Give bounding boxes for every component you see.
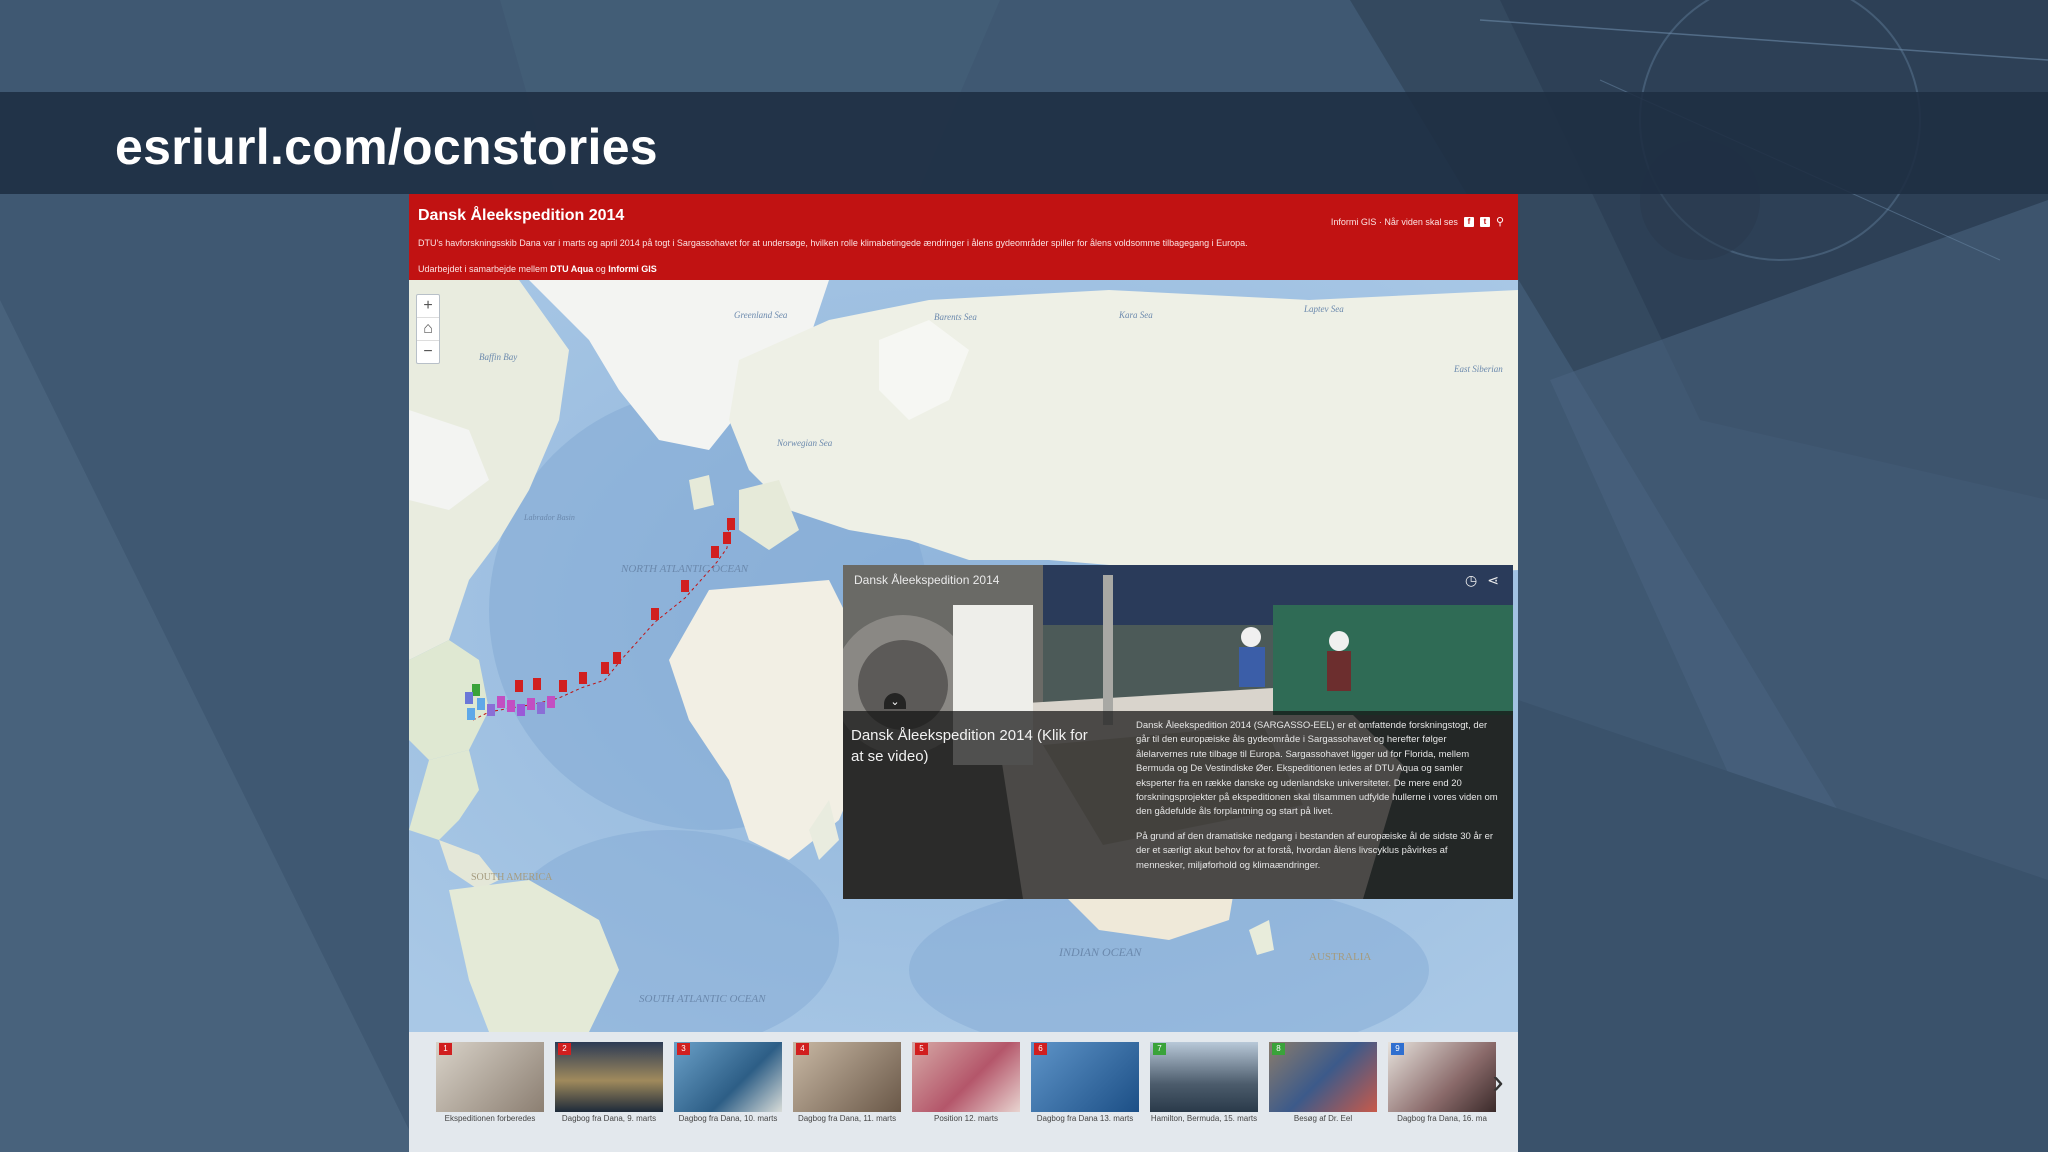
carousel-caption: Dagbog fra Dana 13. marts bbox=[1036, 1114, 1134, 1123]
label-baffin-bay: Baffin Bay bbox=[479, 352, 517, 362]
popup-heading[interactable]: Dansk Åleekspedition 2014 (Klik for at s… bbox=[851, 725, 1101, 767]
chevron-right-icon[interactable]: › bbox=[1484, 1058, 1512, 1106]
carousel-item[interactable]: 5 Position 12. marts bbox=[912, 1042, 1020, 1123]
label-greenland-sea: Greenland Sea bbox=[734, 310, 788, 320]
carousel-badge: 4 bbox=[796, 1043, 809, 1055]
credit-link-dtu-aqua[interactable]: DTU Aqua bbox=[550, 264, 593, 274]
label-south-atlantic: SOUTH ATLANTIC OCEAN bbox=[639, 993, 766, 1005]
carousel-badge: 5 bbox=[915, 1043, 928, 1055]
carousel-badge: 1 bbox=[439, 1043, 452, 1055]
collapse-chevron-icon[interactable]: ⌄ bbox=[884, 693, 906, 709]
video-popup[interactable]: Dansk Åleekspedition 2014 ◷ ⋖ ⌄ Dansk Ål… bbox=[843, 565, 1513, 899]
credit-prefix: Udarbejdet i samarbejde mellem bbox=[418, 264, 548, 274]
carousel-caption: Dagbog fra Dana, 16. ma bbox=[1397, 1114, 1487, 1123]
popup-body: Dansk Åleekspedition 2014 (SARGASSO-EEL)… bbox=[1136, 719, 1499, 883]
twitter-icon[interactable]: t bbox=[1479, 216, 1490, 227]
popup-paragraph-1: Dansk Åleekspedition 2014 (SARGASSO-EEL)… bbox=[1136, 720, 1498, 818]
carousel-badge: 8 bbox=[1272, 1043, 1285, 1055]
carousel-caption: Besøg af Dr. Eel bbox=[1293, 1114, 1353, 1123]
label-south-america: SOUTH AMERICA bbox=[471, 872, 553, 883]
carousel-item[interactable]: 2 Dagbog fra Dana, 9. marts bbox=[555, 1042, 663, 1123]
story-map-app: Dansk Åleekspedition 2014 DTU's havforsk… bbox=[409, 194, 1518, 1152]
home-button[interactable]: ⌂ bbox=[417, 318, 439, 341]
app-description: DTU's havforskningsskib Dana var i marts… bbox=[418, 238, 1248, 248]
label-labrador-basin: Labrador Basin bbox=[523, 513, 575, 522]
carousel-item[interactable]: 8 Besøg af Dr. Eel bbox=[1269, 1042, 1377, 1123]
map-zoom-controls: + ⌂ − bbox=[416, 294, 440, 364]
story-url: esriurl.com/ocnstories bbox=[115, 119, 658, 175]
credit-and: og bbox=[595, 264, 606, 274]
carousel-badge: 6 bbox=[1034, 1043, 1047, 1055]
carousel-thumbnail bbox=[1388, 1042, 1496, 1112]
carousel-item[interactable]: 6 Dagbog fra Dana 13. marts bbox=[1031, 1042, 1139, 1123]
credit-link-informi[interactable]: Informi GIS bbox=[608, 264, 657, 274]
header-right: Informi GIS · Når viden skal ses f t ⚲ bbox=[1331, 215, 1504, 228]
app-credit: Udarbejdet i samarbejde mellem DTU Aqua … bbox=[418, 264, 657, 274]
carousel-thumbnail bbox=[555, 1042, 663, 1112]
app-header: Dansk Åleekspedition 2014 DTU's havforsk… bbox=[409, 194, 1518, 280]
carousel-caption: Dagbog fra Dana, 10. marts bbox=[678, 1114, 778, 1123]
carousel-thumbnail bbox=[1150, 1042, 1258, 1112]
carousel-caption: Position 12. marts bbox=[933, 1114, 999, 1123]
zoom-out-button[interactable]: − bbox=[417, 341, 439, 363]
story-carousel: 1 Ekspeditionen forberedes 2 Dagbog fra … bbox=[409, 1032, 1518, 1152]
carousel-item[interactable]: 4 Dagbog fra Dana, 11. marts bbox=[793, 1042, 901, 1123]
carousel-thumbnail bbox=[436, 1042, 544, 1112]
carousel-item[interactable]: 7 Hamilton, Bermuda, 15. marts bbox=[1150, 1042, 1258, 1123]
carousel-thumbnail bbox=[1031, 1042, 1139, 1112]
label-north-atlantic: NORTH ATLANTIC OCEAN bbox=[620, 563, 749, 575]
label-australia: AUSTRALIA bbox=[1309, 951, 1371, 963]
label-east-siberian: East Siberian bbox=[1453, 364, 1503, 374]
carousel-thumbnail bbox=[793, 1042, 901, 1112]
carousel-badge: 2 bbox=[558, 1043, 571, 1055]
carousel-caption: Dagbog fra Dana, 9. marts bbox=[561, 1114, 657, 1123]
carousel-caption: Hamilton, Bermuda, 15. marts bbox=[1150, 1114, 1258, 1123]
link-icon[interactable]: ⚲ bbox=[1496, 215, 1504, 228]
carousel-badge: 3 bbox=[677, 1043, 690, 1055]
carousel-item[interactable]: 1 Ekspeditionen forberedes bbox=[436, 1042, 544, 1123]
popup-paragraph-2: På grund af den dramatiske nedgang i bes… bbox=[1136, 830, 1494, 871]
carousel-badge: 7 bbox=[1153, 1043, 1166, 1055]
label-indian-ocean: INDIAN OCEAN bbox=[1058, 945, 1142, 959]
popup-toolbar: ◷ ⋖ bbox=[1465, 572, 1499, 589]
label-laptev-sea: Laptev Sea bbox=[1303, 304, 1344, 314]
carousel-thumbnail bbox=[1269, 1042, 1377, 1112]
carousel-item[interactable]: 9 Dagbog fra Dana, 16. ma bbox=[1388, 1042, 1496, 1123]
label-barents-sea: Barents Sea bbox=[934, 312, 977, 322]
carousel-badge: 9 bbox=[1391, 1043, 1404, 1055]
share-icon[interactable]: ⋖ bbox=[1487, 572, 1499, 589]
label-kara-sea: Kara Sea bbox=[1118, 310, 1153, 320]
popup-title: Dansk Åleekspedition 2014 bbox=[854, 573, 1000, 587]
clock-icon[interactable]: ◷ bbox=[1465, 572, 1477, 589]
zoom-in-button[interactable]: + bbox=[417, 295, 439, 318]
app-title: Dansk Åleekspedition 2014 bbox=[418, 207, 625, 224]
carousel-item[interactable]: 3 Dagbog fra Dana, 10. marts bbox=[674, 1042, 782, 1123]
header-right-text[interactable]: Informi GIS · Når viden skal ses bbox=[1331, 217, 1458, 227]
label-norwegian-sea: Norwegian Sea bbox=[776, 438, 833, 448]
carousel-thumbnail bbox=[674, 1042, 782, 1112]
facebook-icon[interactable]: f bbox=[1463, 216, 1474, 227]
map-view[interactable]: NORTH ATLANTIC OCEAN SOUTH ATLANTIC OCEA… bbox=[409, 280, 1518, 1060]
carousel-thumbnail bbox=[912, 1042, 1020, 1112]
carousel-caption: Ekspeditionen forberedes bbox=[444, 1114, 536, 1123]
carousel-caption: Dagbog fra Dana, 11. marts bbox=[797, 1114, 897, 1123]
